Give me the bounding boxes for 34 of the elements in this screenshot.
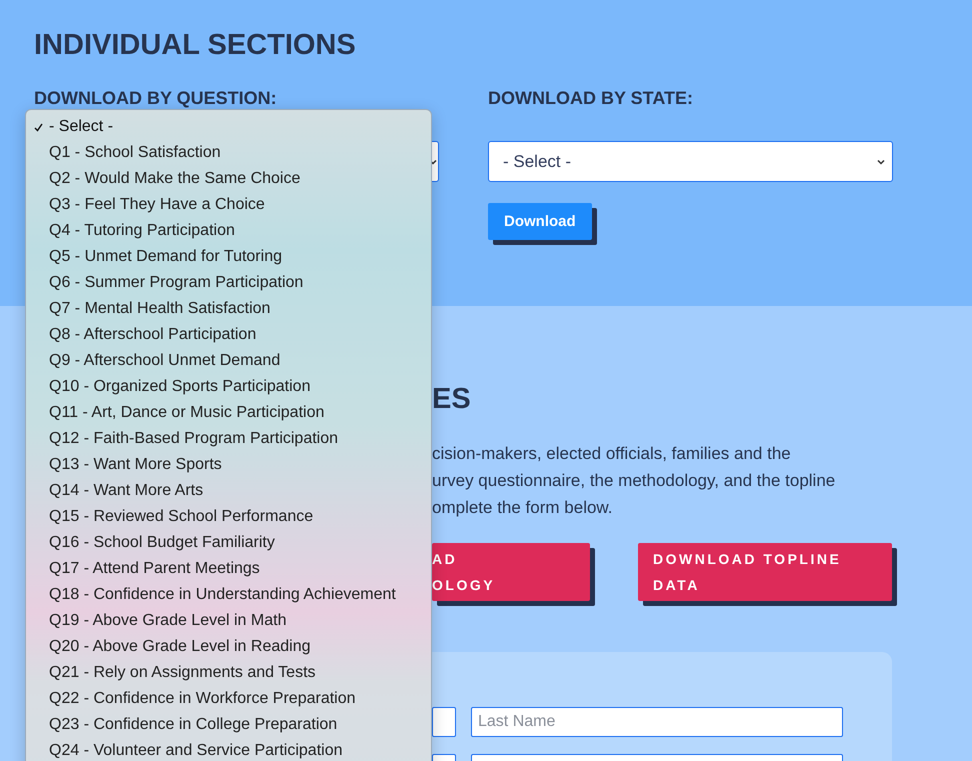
menu-option[interactable]: Q8 - Afterschool Participation	[26, 322, 431, 348]
menu-option[interactable]: - Select -	[26, 114, 431, 140]
menu-option[interactable]: Q22 - Confidence in Workforce Preparation	[26, 686, 431, 712]
menu-option[interactable]: Q21 - Rely on Assignments and Tests	[26, 660, 431, 686]
menu-option[interactable]: Q19 - Above Grade Level in Math	[26, 608, 431, 634]
state-label: DOWNLOAD BY STATE:	[488, 87, 694, 110]
menu-option[interactable]: Q6 - Summer Program Participation	[26, 270, 431, 296]
menu-option[interactable]: Q3 - Feel They Have a Choice	[26, 192, 431, 218]
menu-option[interactable]: Q2 - Would Make the Same Choice	[26, 166, 431, 192]
menu-option[interactable]: Q4 - Tutoring Participation	[26, 218, 431, 244]
menu-option[interactable]: Q14 - Want More Arts	[26, 478, 431, 504]
menu-option[interactable]: Q7 - Mental Health Satisfaction	[26, 296, 431, 322]
menu-option[interactable]: Q11 - Art, Dance or Music Participation	[26, 400, 431, 426]
menu-option[interactable]: Q17 - Attend Parent Meetings	[26, 556, 431, 582]
menu-option[interactable]: Q9 - Afterschool Unmet Demand	[26, 348, 431, 374]
last-name-field[interactable]: Last Name	[471, 707, 843, 737]
menu-option[interactable]: Q12 - Faith-Based Program Participation	[26, 426, 431, 452]
question-label: DOWNLOAD BY QUESTION:	[34, 87, 278, 110]
menu-option[interactable]: Q1 - School Satisfaction	[26, 140, 431, 166]
section-heading: ES	[432, 382, 472, 416]
menu-option[interactable]: Q16 - School Budget Familiarity	[26, 530, 431, 556]
description-text: cision-makers, elected officials, families and the urvey questionnaire, the methodology, and the topline omplete the form below.	[432, 443, 836, 519]
download-button[interactable]: DOWNLOAD TOPLINE DATA	[638, 543, 892, 601]
menu-option[interactable]: Q20 - Above Grade Level in Reading	[26, 634, 431, 660]
menu-option[interactable]: Q5 - Unmet Demand for Tutoring	[26, 244, 431, 270]
menu-option[interactable]: Q23 - Confidence in College Preparation	[26, 712, 431, 738]
section-heading: INDIVIDUAL SECTIONS	[34, 28, 357, 62]
menu-option[interactable]: Q24 - Volunteer and Service Participation	[26, 738, 431, 761]
state-select[interactable]: - Select -	[488, 141, 893, 182]
menu-option[interactable]: Q13 - Want More Sports	[26, 452, 431, 478]
menu-option[interactable]: Q10 - Organized Sports Participation	[26, 374, 431, 400]
menu-option[interactable]: Q18 - Confidence in Understanding Achievement	[26, 582, 431, 608]
download-button[interactable]: AD OLOGY	[432, 543, 590, 601]
menu-option[interactable]: Q15 - Reviewed School Performance	[26, 504, 431, 530]
